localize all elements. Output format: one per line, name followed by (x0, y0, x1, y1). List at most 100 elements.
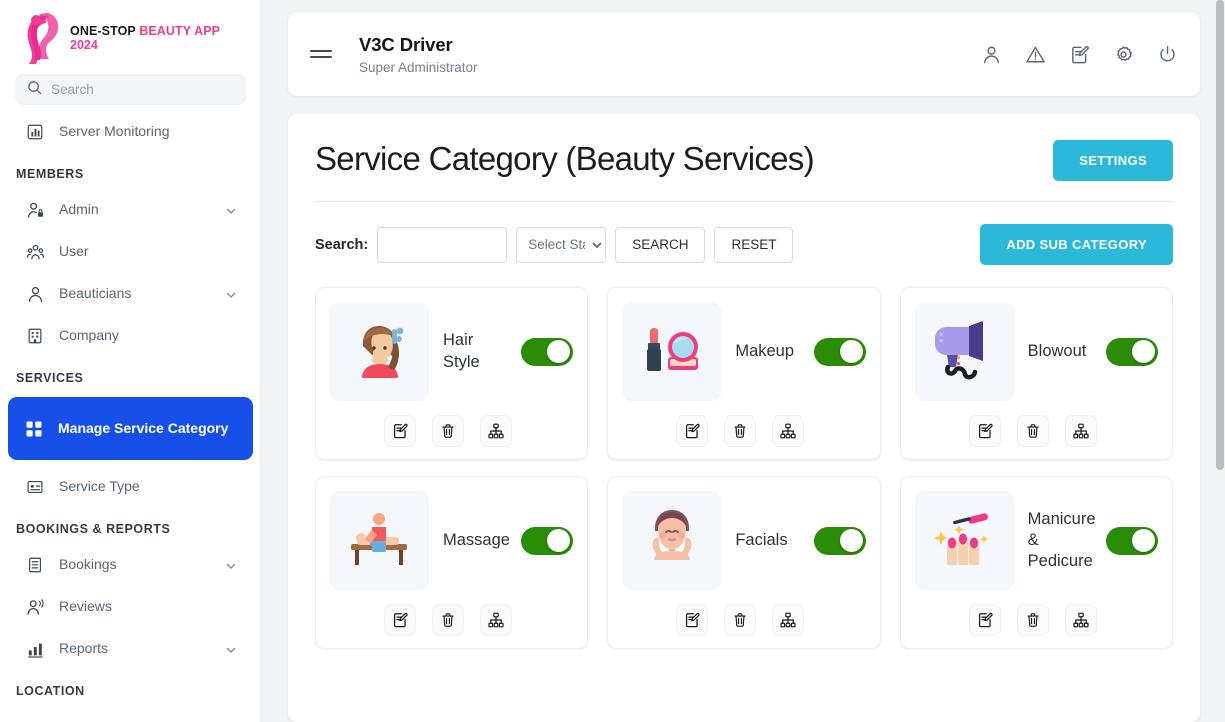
logo-line1-pink: BEAUTY APP (139, 24, 221, 38)
trash-icon[interactable] (432, 604, 464, 636)
sidebar-item-server-monitoring[interactable]: Server Monitoring (8, 111, 253, 153)
service-status-toggle[interactable] (521, 526, 574, 555)
chart-bar-icon (25, 122, 45, 142)
trash-icon[interactable] (1016, 604, 1049, 636)
card-id-icon (25, 477, 45, 497)
list-document-icon (25, 555, 45, 575)
service-card[interactable]: Manicure & Pedicure (899, 476, 1173, 649)
sitemap-icon[interactable] (1064, 415, 1097, 447)
edit-document-icon[interactable] (384, 415, 416, 447)
service-card-actions (915, 401, 1158, 447)
sidebar-item-label: Server Monitoring (59, 123, 170, 140)
sidebar-item-reviews[interactable]: Reviews (8, 586, 253, 628)
sidebar-item-label: Beauticians (59, 285, 132, 302)
chevron-down-icon[interactable] (225, 288, 237, 300)
status-select[interactable]: Select Sta (516, 226, 607, 263)
users-icon (25, 242, 45, 262)
trash-icon[interactable] (724, 604, 757, 636)
edit-document-icon[interactable] (676, 604, 709, 636)
page-scrollbar[interactable] (1214, 0, 1225, 722)
chevron-down-icon[interactable] (225, 204, 237, 216)
service-card[interactable]: Makeup (607, 287, 881, 460)
trash-icon[interactable] (1016, 415, 1049, 447)
logo-wordmark: ONE-STOP BEAUTY APP 2024 (70, 24, 220, 52)
sidebar-item-manage-service-category[interactable]: Manage Service Category (8, 397, 253, 460)
search-button[interactable]: SEARCH (615, 226, 706, 263)
sidebar-item-label: User (59, 243, 89, 260)
page-title: Service Category (Beauty Services) (315, 140, 815, 177)
topbar-icons (980, 43, 1178, 65)
sitemap-icon[interactable] (1064, 604, 1097, 636)
service-status-toggle[interactable] (1106, 337, 1158, 366)
sidebar-item-reports[interactable]: Reports (8, 628, 253, 670)
sitemap-icon[interactable] (772, 604, 805, 636)
trash-icon[interactable] (432, 415, 464, 447)
search-input[interactable] (377, 226, 508, 263)
service-status-toggle[interactable] (521, 337, 574, 366)
toggle-knob (547, 529, 571, 552)
service-card-actions (622, 590, 865, 636)
service-name: Blowout (1027, 341, 1087, 360)
sidebar-section-services: SERVICES (16, 371, 84, 385)
content-panel: Service Category (Beauty Services) SETTI… (288, 114, 1200, 722)
hamburger-icon[interactable] (310, 44, 336, 64)
user-icon[interactable] (980, 43, 1002, 65)
edit-document-icon[interactable] (384, 604, 416, 636)
building-icon (25, 326, 45, 346)
service-card-top: Manicure & Pedicure (914, 491, 1158, 590)
sidebar-item-bookings[interactable]: Bookings (8, 544, 253, 586)
power-icon[interactable] (1156, 43, 1178, 65)
service-card[interactable]: Hair Style (315, 287, 589, 460)
sidebar-search-placeholder: Search (51, 82, 94, 97)
warning-icon[interactable] (1024, 43, 1046, 65)
reset-button[interactable]: RESET (714, 226, 794, 263)
logo-line2: 2024 (70, 38, 98, 52)
service-status-toggle[interactable] (813, 337, 866, 366)
woman-silhouette-logo-icon (16, 10, 62, 66)
service-status-toggle[interactable] (1106, 526, 1158, 555)
service-card-actions (330, 401, 573, 447)
trash-icon[interactable] (724, 415, 757, 447)
sidebar-search[interactable]: Search (15, 74, 246, 105)
chevron-down-icon[interactable] (225, 643, 237, 655)
chevron-down-icon[interactable] (225, 559, 237, 571)
edit-document-icon[interactable] (968, 415, 1001, 447)
service-card-actions (622, 401, 865, 447)
service-name: Facials (735, 530, 788, 549)
edit-document-icon[interactable] (1068, 43, 1090, 65)
grid-squares-icon (24, 419, 44, 439)
sidebar-item-beauticians[interactable]: Beauticians (8, 273, 253, 315)
toggle-knob (1132, 529, 1155, 552)
service-card[interactable]: Facials (607, 476, 881, 649)
sidebar-item-admin[interactable]: Admin (8, 189, 253, 231)
service-status-toggle[interactable] (813, 526, 866, 555)
edit-document-icon[interactable] (676, 415, 709, 447)
sitemap-icon[interactable] (772, 415, 805, 447)
scrollbar-thumb[interactable] (1216, 0, 1224, 470)
search-icon (27, 80, 42, 100)
sidebar-item-user[interactable]: User (8, 231, 253, 273)
page-subtitle-role: Super Administrator (359, 59, 478, 75)
toggle-knob (547, 340, 571, 363)
sidebar-item-company[interactable]: Company (8, 315, 253, 357)
app-logo[interactable]: ONE-STOP BEAUTY APP 2024 (0, 0, 261, 74)
lipstick-compact-illustration-icon (636, 313, 708, 390)
service-card[interactable]: Massage (315, 476, 589, 649)
service-card[interactable]: Blowout (899, 287, 1173, 460)
sitemap-icon[interactable] (480, 604, 512, 636)
sidebar-item-label: Bookings (59, 556, 117, 573)
gear-icon[interactable] (1112, 43, 1134, 65)
topbar-titles: V3C Driver Super Administrator (359, 34, 980, 75)
add-sub-category-button[interactable]: ADD SUB CATEGORY (980, 224, 1173, 265)
facial-face-illustration-icon (636, 502, 708, 579)
service-thumbnail (914, 491, 1014, 590)
logo-line1-dark: ONE-STOP (70, 24, 136, 38)
settings-button[interactable]: SETTINGS (1053, 140, 1173, 181)
toggle-knob (1132, 340, 1155, 363)
edit-document-icon[interactable] (968, 604, 1001, 636)
page-header: Service Category (Beauty Services) SETTI… (315, 140, 1173, 181)
sitemap-icon[interactable] (480, 415, 512, 447)
sidebar-item-service-type[interactable]: Service Type (8, 466, 253, 508)
sidebar-item-label: Service Type (59, 478, 140, 495)
service-thumbnail (914, 302, 1014, 401)
